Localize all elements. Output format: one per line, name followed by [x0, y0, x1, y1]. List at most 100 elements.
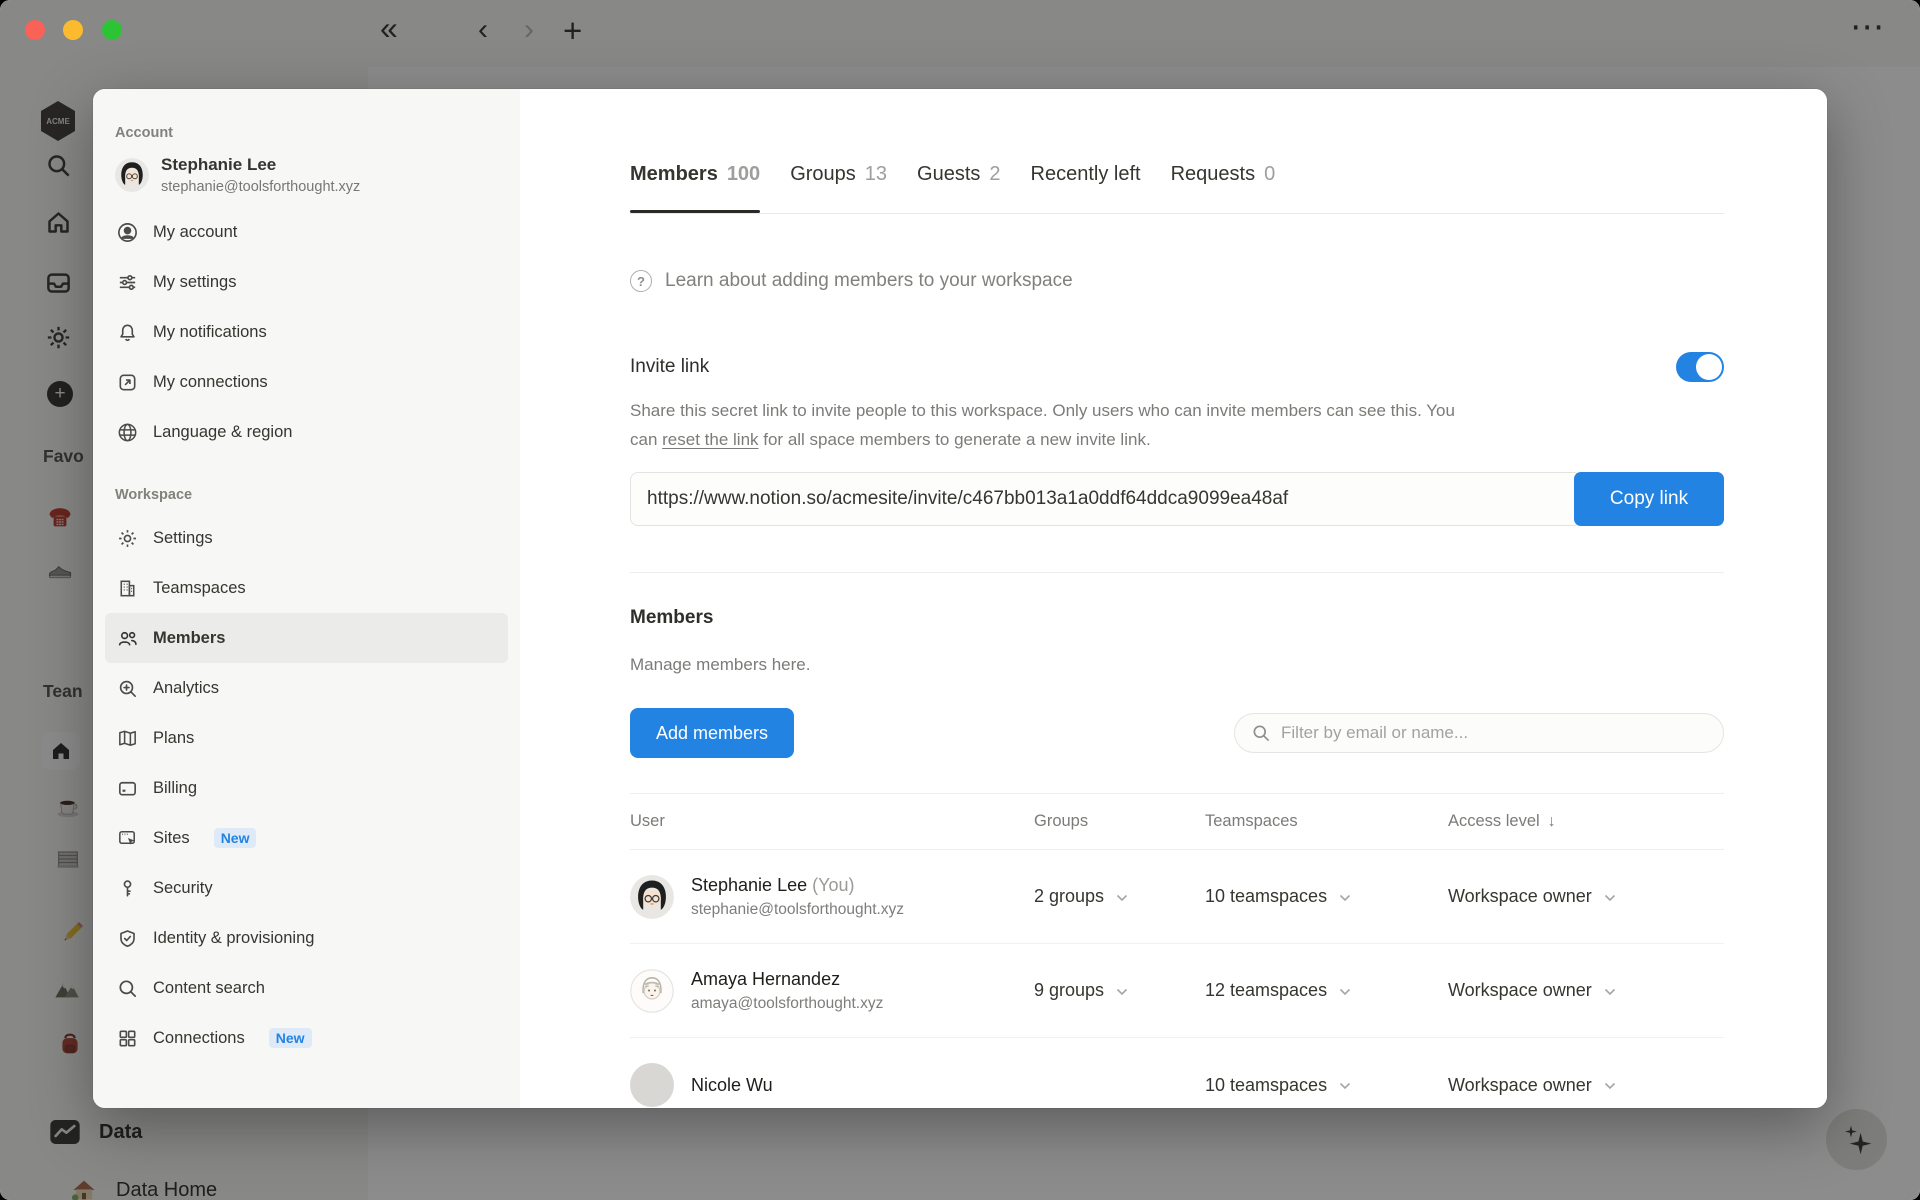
nav-item-security[interactable]: Security [105, 863, 508, 913]
member-filter[interactable] [1234, 713, 1724, 753]
groups-dropdown[interactable]: 9 groups [1034, 980, 1205, 1001]
nav-item-label: Content search [153, 978, 265, 997]
copy-link-button[interactable]: Copy link [1574, 472, 1724, 526]
new-badge: New [213, 828, 257, 848]
section-divider [630, 572, 1724, 573]
tab-bar: Members 100 Groups 13 Guests 2 Recently lef… [630, 163, 1724, 214]
nav-item-connections[interactable]: Connections New [105, 1013, 508, 1063]
member-email: amaya@toolsforthought.xyz [691, 994, 884, 1012]
nav-item-analytics[interactable]: Analytics [105, 663, 508, 713]
members-section-subtitle: Manage members here. [630, 655, 811, 674]
nav-item-my-notifications[interactable]: My notifications [105, 307, 508, 357]
tab-recently-left[interactable]: Recently left [1031, 163, 1141, 213]
tab-guests[interactable]: Guests 2 [917, 163, 1000, 213]
chevron-down-icon [1604, 988, 1615, 995]
chevron-down-icon [1340, 1082, 1351, 1090]
col-header-user: User [630, 812, 665, 830]
groups-dropdown[interactable]: 2 groups [1034, 886, 1205, 907]
map-icon [115, 726, 139, 750]
col-header-access-level[interactable]: Access level ↓ [1448, 812, 1724, 831]
account-section-title: Account [115, 125, 173, 141]
learn-link[interactable]: ? Learn about adding members to your wor… [630, 270, 1724, 292]
nav-item-label: My notifications [153, 322, 267, 341]
account-user[interactable]: Stephanie Lee stephanie@toolsforthought.… [105, 151, 508, 207]
access-level-dropdown[interactable]: Workspace owner [1448, 1075, 1724, 1096]
nav-item-teamspaces[interactable]: Teamspaces [105, 563, 508, 613]
filter-input[interactable] [1281, 723, 1707, 743]
nav-item-plans[interactable]: Plans [105, 713, 508, 763]
arrow-up-right-square-icon [115, 370, 139, 394]
member-name: Stephanie Lee [691, 874, 808, 895]
sort-descending-icon: ↓ [1547, 813, 1556, 830]
nav-item-identity-provisioning[interactable]: Identity & provisioning [105, 913, 508, 963]
window-close-button[interactable] [25, 20, 45, 40]
magnifier-plus-icon [115, 676, 139, 700]
col-header-teamspaces: Teamspaces [1205, 812, 1298, 830]
workspace-section-title: Workspace [115, 487, 193, 503]
nav-item-billing[interactable]: Billing [105, 763, 508, 813]
teamspaces-dropdown[interactable]: 12 teamspaces [1205, 980, 1448, 1001]
teamspaces-dropdown[interactable]: 10 teamspaces [1205, 1075, 1448, 1096]
nav-item-label: My connections [153, 372, 268, 391]
browser-cursor-icon [115, 826, 139, 850]
nav-item-label: Connections [153, 1028, 245, 1047]
tab-requests[interactable]: Requests 0 [1171, 163, 1276, 213]
table-header: User Groups Teamspaces Access level ↓ [630, 793, 1724, 850]
nav-item-label: Sites [153, 828, 190, 847]
avatar [115, 158, 149, 192]
avatar [630, 1063, 674, 1107]
add-members-button[interactable]: Add members [630, 708, 795, 758]
nav-item-label: Plans [153, 728, 195, 747]
avatar [630, 968, 674, 1013]
chevron-down-icon [1604, 1082, 1615, 1090]
avatar [630, 874, 674, 919]
search-icon [1253, 725, 1269, 741]
nav-item-sites[interactable]: Sites New [105, 813, 508, 863]
access-level-dropdown[interactable]: Workspace owner [1448, 980, 1724, 1001]
nav-item-settings[interactable]: Settings [105, 513, 508, 563]
nav-item-label: Identity & provisioning [153, 928, 315, 947]
window-zoom-button[interactable] [102, 20, 122, 40]
sliders-icon [115, 270, 139, 294]
shield-check-icon [115, 926, 139, 950]
access-level-dropdown[interactable]: Workspace owner [1448, 886, 1724, 907]
account-user-name: Stephanie Lee [161, 155, 277, 174]
people-icon [115, 626, 139, 650]
chevron-down-icon [1340, 988, 1351, 995]
search-icon [115, 976, 139, 1000]
tab-members[interactable]: Members 100 [630, 163, 761, 213]
nav-item-label: Teamspaces [153, 578, 246, 597]
nav-item-label: Analytics [153, 678, 220, 697]
window-minimize-button[interactable] [63, 20, 83, 40]
invite-url-input[interactable] [630, 472, 1582, 526]
invite-link-description: Share this secret link to invite people … [630, 401, 1455, 449]
teamspaces-dropdown[interactable]: 10 teamspaces [1205, 886, 1448, 907]
table-row: Amaya Hernandez amaya@toolsforthought.xy… [630, 944, 1724, 1038]
nav-item-members[interactable]: Members [105, 613, 508, 663]
settings-nav-panel: Account Stephanie Lee stephanie@toolsfor… [93, 89, 520, 1108]
nav-item-my-connections[interactable]: My connections [105, 357, 508, 407]
chevron-down-icon [1116, 988, 1128, 995]
help-icon: ? [630, 270, 652, 292]
ai-sparkle-button[interactable] [1825, 1108, 1888, 1171]
tab-groups[interactable]: Groups 13 [790, 163, 887, 213]
table-row: Nicole Wu 10 teamspaces Workspace owner [630, 1038, 1724, 1108]
account-user-email: stephanie@toolsforthought.xyz [161, 179, 361, 195]
nav-item-label: Members [153, 628, 226, 647]
reset-link[interactable]: reset the link [662, 430, 758, 449]
learn-link-label: Learn about adding members to your works… [665, 270, 1073, 291]
sparkle-icon [1844, 1125, 1871, 1154]
nav-item-label: My account [153, 222, 238, 241]
nav-item-language-region[interactable]: Language & region [105, 407, 508, 457]
nav-item-my-account[interactable]: My account [105, 207, 508, 257]
invite-link-title: Invite link [630, 356, 710, 377]
members-section-title: Members [630, 607, 714, 628]
nav-item-my-settings[interactable]: My settings [105, 257, 508, 307]
nav-item-label: Security [153, 878, 213, 897]
key-icon [115, 876, 139, 900]
invite-link-toggle[interactable] [1676, 352, 1724, 382]
col-header-groups: Groups [1034, 812, 1089, 830]
nav-item-content-search[interactable]: Content search [105, 963, 508, 1013]
members-table: User Groups Teamspaces Access level ↓ Ste… [630, 793, 1724, 1108]
new-badge: New [268, 1028, 312, 1048]
